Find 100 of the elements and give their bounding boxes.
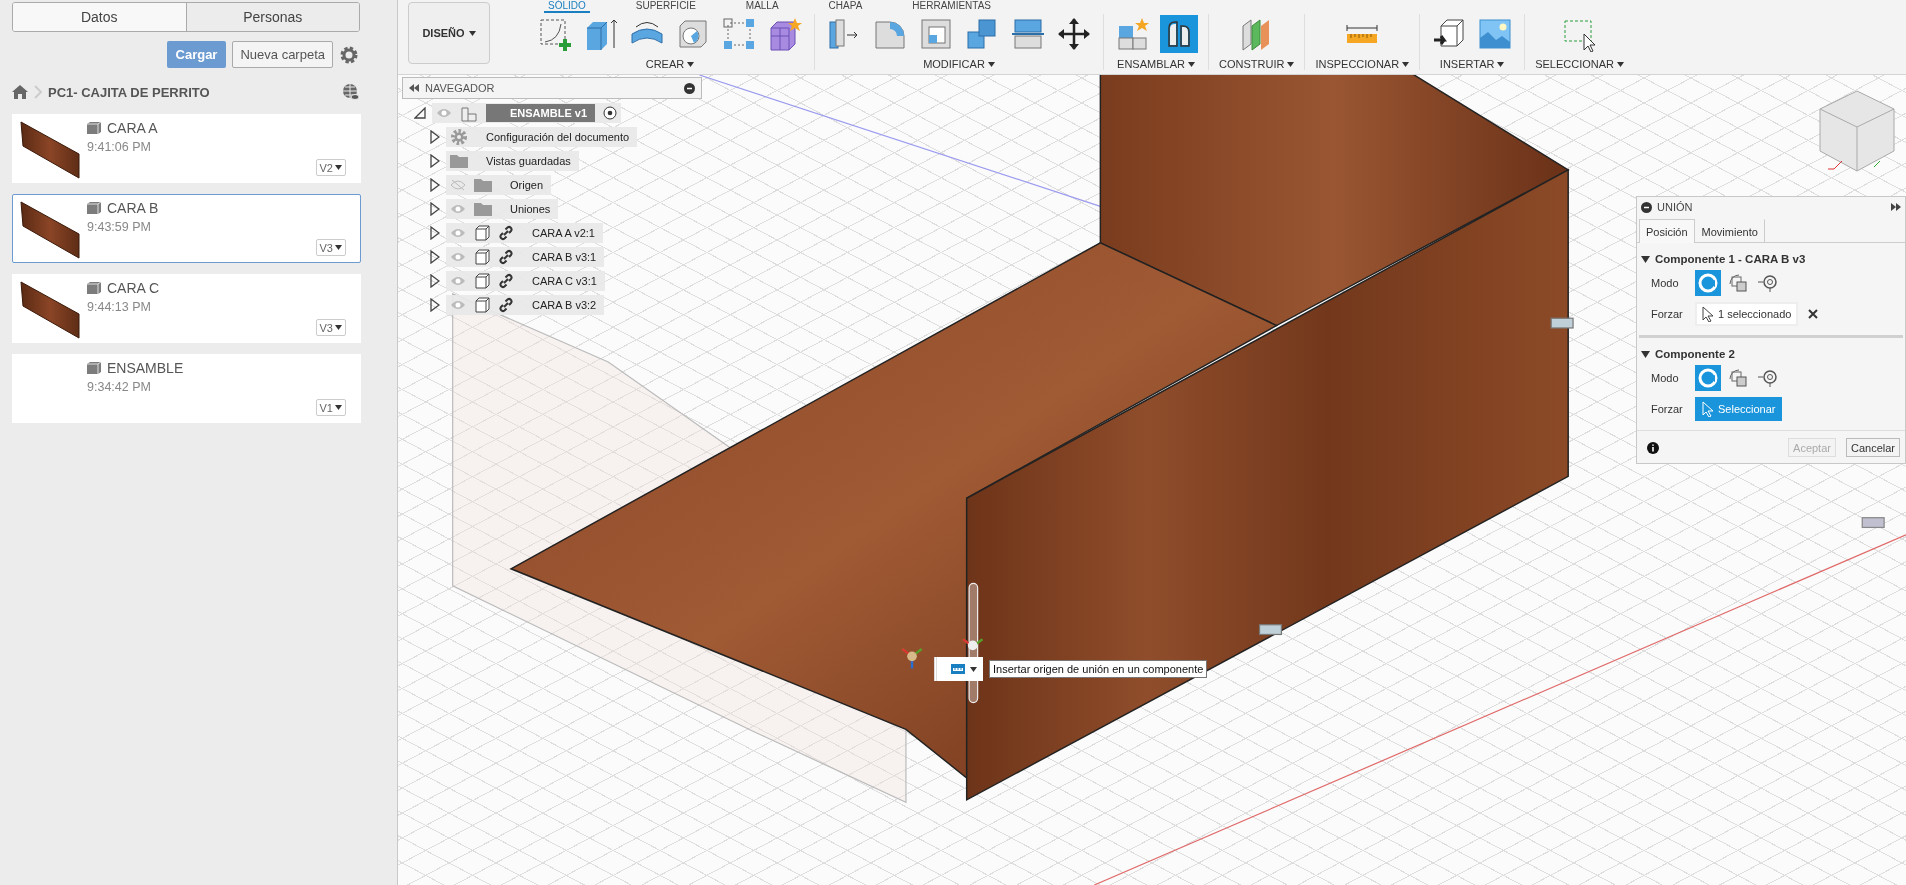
file-name: CARA C <box>107 280 160 296</box>
rewind-icon[interactable] <box>409 84 419 92</box>
panel-tab[interactable]: Movimiento <box>1694 219 1765 243</box>
toolbar-tab[interactable]: MALLA <box>741 0 783 13</box>
settings-icon[interactable] <box>339 44 359 65</box>
tool-group-menu[interactable]: INSERTAR <box>1439 58 1505 70</box>
folder-icon <box>474 178 492 192</box>
expand-triangle-icon[interactable] <box>430 202 440 216</box>
version-dropdown[interactable]: V3 <box>315 239 346 256</box>
field-label: Modo <box>1651 277 1680 289</box>
collapse-triangle-icon[interactable] <box>414 107 426 119</box>
file-name: CARA A <box>107 120 158 136</box>
version-dropdown[interactable]: V3 <box>315 319 346 336</box>
globe-icon[interactable] <box>342 83 360 101</box>
file-card[interactable]: CARA B 9:43:59 PM V3 <box>12 194 361 263</box>
joint-marker-icon[interactable] <box>1861 517 1885 529</box>
toolbar-tab[interactable]: CHAPA <box>824 0 867 13</box>
file-time: 9:43:59 PM <box>87 220 152 234</box>
box-outline-icon <box>474 297 490 313</box>
cursor-icon <box>1702 401 1714 417</box>
file-time: 9:41:06 PM <box>87 140 152 154</box>
joint-icon[interactable] <box>1160 15 1198 53</box>
field-label: Forzar <box>1651 403 1684 415</box>
info-icon[interactable] <box>1647 441 1659 454</box>
expand-triangle-icon[interactable] <box>430 154 440 168</box>
file-name: ENSAMBLE <box>107 360 184 376</box>
snap-circle-icon[interactable] <box>1695 270 1721 296</box>
navigator-title: NAVEGADOR <box>425 82 496 94</box>
caret-icon <box>1187 61 1195 67</box>
caret-icon <box>987 61 995 67</box>
caret-icon <box>335 245 342 250</box>
data-tab[interactable]: Datos <box>13 3 186 31</box>
caret-icon <box>335 325 342 330</box>
box-outline-icon <box>474 249 490 265</box>
cube-icon <box>86 201 102 215</box>
tooltip: Insertar origen de unión en un componente <box>989 660 1208 678</box>
expand-triangle-icon[interactable] <box>430 298 440 312</box>
caret-icon <box>468 30 476 36</box>
link-icon <box>498 273 514 289</box>
folder-icon <box>474 202 492 216</box>
snap-circle-icon[interactable] <box>1695 365 1721 391</box>
expand-triangle-icon[interactable] <box>430 226 440 240</box>
data-tab[interactable]: Personas <box>185 3 359 31</box>
caret-icon <box>335 165 342 170</box>
section-title: Componente 2 <box>1655 348 1735 360</box>
expand-triangle-icon[interactable] <box>430 250 440 264</box>
box-outline-icon <box>474 273 490 289</box>
tool-group-menu[interactable]: SELECCIONAR <box>1535 58 1624 70</box>
cancel-button[interactable]: Cancelar <box>1845 438 1900 457</box>
file-time: 9:34:42 PM <box>87 380 152 394</box>
tool-group-menu[interactable]: ENSAMBLAR <box>1117 58 1195 70</box>
minus-circle-icon[interactable] <box>684 82 695 94</box>
toolbar-tab[interactable]: HERRAMIENTAS <box>908 0 996 13</box>
joint-marker-icon[interactable] <box>1258 624 1282 636</box>
new-folder-button[interactable]: Nueva carpeta <box>232 41 333 68</box>
file-card[interactable]: CARA C 9:44:13 PM V3 <box>12 274 361 343</box>
caret-icon <box>970 666 977 672</box>
box-outline-icon <box>474 225 490 241</box>
collapse-triangle-icon[interactable] <box>1641 350 1650 358</box>
chevron-icon <box>34 85 42 99</box>
tool-group-menu[interactable]: MODIFICAR <box>923 58 995 70</box>
toolbar-tab[interactable]: SÓLIDO <box>544 0 590 13</box>
joint-origin-icon[interactable] <box>961 638 984 651</box>
panel-tab[interactable]: Posición <box>1639 219 1695 243</box>
joint-origin-dropdown[interactable] <box>934 657 983 681</box>
link-icon <box>498 225 514 241</box>
tool-group-menu[interactable]: INSPECCIONAR <box>1315 58 1410 70</box>
home-icon[interactable] <box>12 85 28 99</box>
expand-triangle-icon[interactable] <box>430 178 440 192</box>
folder-icon <box>450 154 468 168</box>
close-icon[interactable] <box>1808 309 1819 319</box>
file-time: 9:44:13 PM <box>87 300 152 314</box>
cube-icon <box>86 361 102 375</box>
workspace-dropdown[interactable]: DISEÑO <box>408 2 490 64</box>
collapse-triangle-icon[interactable] <box>1641 255 1650 263</box>
caret-icon <box>1402 61 1410 67</box>
tool-group-menu[interactable]: CREAR <box>645 58 695 70</box>
expand-triangle-icon[interactable] <box>430 130 440 144</box>
link-icon <box>498 297 514 313</box>
selection-button[interactable]: 1 seleccionado <box>1695 302 1799 326</box>
fast-forward-icon[interactable] <box>1891 203 1901 211</box>
tool-group-menu[interactable]: CONSTRUIR <box>1219 58 1295 70</box>
file-card[interactable]: CARA A 9:41:06 PM V2 <box>12 114 361 183</box>
toolbar-tab[interactable]: SUPERFICIE <box>631 0 700 13</box>
joint-marker-icon[interactable] <box>1550 317 1574 329</box>
cursor-icon <box>1702 306 1714 322</box>
version-dropdown[interactable]: V1 <box>315 399 346 416</box>
version-dropdown[interactable]: V2 <box>315 159 346 176</box>
minus-circle-icon[interactable] <box>1641 201 1652 213</box>
field-label: Forzar <box>1651 308 1684 320</box>
file-card[interactable]: ENSAMBLE 9:34:42 PM V1 <box>12 354 361 423</box>
assembly-label[interactable]: ENSAMBLE v1 <box>486 104 596 122</box>
cube-icon <box>86 121 102 135</box>
caret-icon <box>1287 61 1295 67</box>
target-icon[interactable] <box>603 106 618 120</box>
joint-origin-icon <box>951 664 965 674</box>
folder-path: PC1- CAJITA DE PERRITO <box>48 84 211 100</box>
expand-triangle-icon[interactable] <box>430 274 440 288</box>
link-icon <box>498 249 514 265</box>
file-name: CARA B <box>107 200 159 216</box>
